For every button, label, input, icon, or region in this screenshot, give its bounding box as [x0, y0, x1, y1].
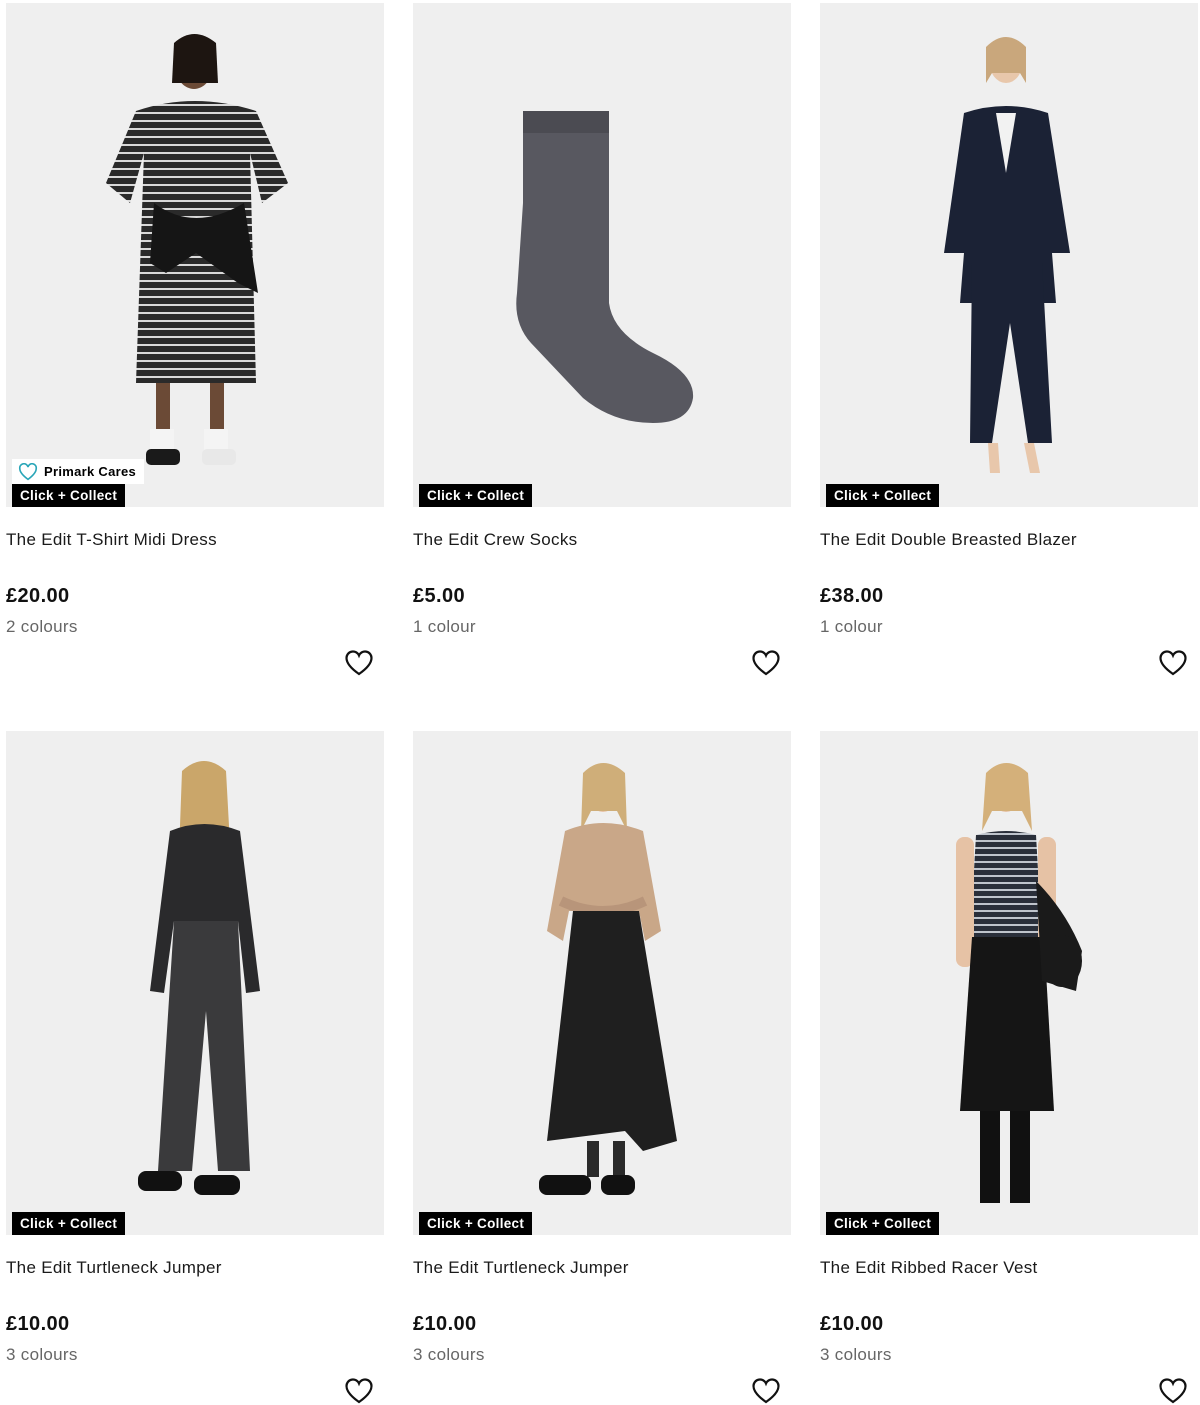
heart-outline-icon: [18, 462, 38, 481]
product-colours: 3 colours: [6, 1345, 78, 1364]
click-collect-badge: Click + Collect: [12, 1212, 126, 1235]
product-price: £10.00: [413, 1313, 477, 1335]
product-image-link[interactable]: Click + Collect: [6, 731, 384, 1235]
product-card[interactable]: Click + Collect The Edit Ribbed Racer Ve…: [820, 731, 1198, 1405]
click-collect-badge: Click + Collect: [826, 1212, 940, 1235]
product-card[interactable]: Click + Collect The Edit Turtleneck Jump…: [6, 731, 384, 1405]
wishlist-button[interactable]: [751, 1377, 781, 1405]
heart-outline-icon: [1159, 650, 1187, 676]
product-card[interactable]: Primark Cares Click + Collect The Edit T…: [6, 3, 384, 703]
product-title[interactable]: The Edit T-Shirt Midi Dress: [6, 530, 217, 550]
product-image-link[interactable]: Click + Collect: [413, 731, 791, 1235]
product-card[interactable]: Click + Collect The Edit Double Breasted…: [820, 3, 1198, 703]
click-collect-badge: Click + Collect: [419, 1212, 533, 1235]
product-price: £38.00: [820, 585, 884, 607]
product-price: £10.00: [6, 1313, 70, 1335]
primark-cares-badge: Primark Cares: [12, 459, 145, 484]
heart-outline-icon: [1159, 1378, 1187, 1404]
product-colours: 3 colours: [413, 1345, 485, 1364]
wishlist-button[interactable]: [344, 1377, 374, 1405]
wishlist-button[interactable]: [1158, 649, 1188, 677]
striped-vest-model-image: [820, 731, 1198, 1235]
product-image-link[interactable]: Primark Cares Click + Collect: [6, 3, 384, 507]
heart-outline-icon: [345, 1378, 373, 1404]
product-card[interactable]: Click + Collect The Edit Turtleneck Jump…: [413, 731, 791, 1405]
beige-turtleneck-model-image: [413, 731, 791, 1235]
product-price: £5.00: [413, 585, 466, 607]
product-title[interactable]: The Edit Turtleneck Jumper: [6, 1258, 222, 1278]
product-image-link[interactable]: Click + Collect: [413, 3, 791, 507]
product-colours: 3 colours: [820, 1345, 892, 1364]
product-colours: 1 colour: [413, 617, 476, 636]
product-card[interactable]: Click + Collect The Edit Crew Socks £5.0…: [413, 3, 791, 703]
product-colours: 1 colour: [820, 617, 883, 636]
click-collect-badge: Click + Collect: [12, 484, 126, 507]
product-title[interactable]: The Edit Turtleneck Jumper: [413, 1258, 629, 1278]
navy-blazer-model-image: [820, 3, 1198, 507]
heart-outline-icon: [752, 650, 780, 676]
grey-sock-image: [413, 3, 791, 507]
primark-cares-label: Primark Cares: [44, 464, 137, 479]
product-title[interactable]: The Edit Ribbed Racer Vest: [820, 1258, 1038, 1278]
product-colours: 2 colours: [6, 617, 78, 636]
heart-outline-icon: [752, 1378, 780, 1404]
product-price: £20.00: [6, 585, 70, 607]
striped-dress-model-image: [6, 3, 384, 507]
product-grid: Primark Cares Click + Collect The Edit T…: [0, 0, 1200, 1405]
product-image-link[interactable]: Click + Collect: [820, 3, 1198, 507]
black-turtleneck-model-image: [6, 731, 384, 1235]
click-collect-badge: Click + Collect: [419, 484, 533, 507]
click-collect-badge: Click + Collect: [826, 484, 940, 507]
product-title[interactable]: The Edit Crew Socks: [413, 530, 577, 550]
wishlist-button[interactable]: [1158, 1377, 1188, 1405]
wishlist-button[interactable]: [344, 649, 374, 677]
product-title[interactable]: The Edit Double Breasted Blazer: [820, 530, 1077, 550]
wishlist-button[interactable]: [751, 649, 781, 677]
heart-outline-icon: [345, 650, 373, 676]
product-price: £10.00: [820, 1313, 884, 1335]
product-image-link[interactable]: Click + Collect: [820, 731, 1198, 1235]
